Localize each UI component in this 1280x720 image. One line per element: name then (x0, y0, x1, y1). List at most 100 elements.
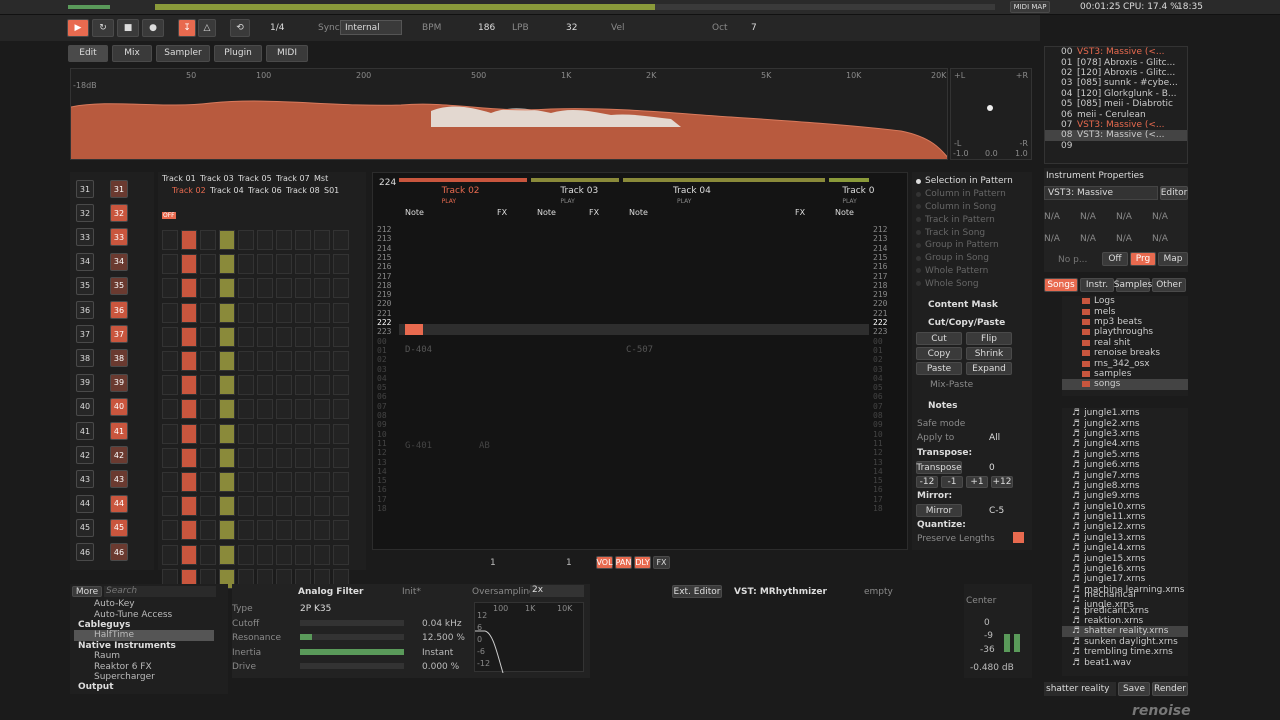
seq-pattern-slot[interactable]: 41 (110, 422, 128, 440)
matrix-cell[interactable] (181, 520, 197, 541)
mirror-button[interactable]: Mirror (916, 504, 962, 517)
matrix-cell[interactable] (295, 326, 311, 347)
matrix-cell[interactable] (162, 302, 178, 323)
matrix-cell[interactable] (219, 447, 235, 468)
instrument-row[interactable]: 09 (1045, 141, 1187, 151)
matrix-cell[interactable] (257, 254, 273, 275)
dsp-item[interactable]: Auto-Key (74, 599, 214, 609)
matrix-cell[interactable] (295, 544, 311, 565)
matrix-cell[interactable] (314, 544, 330, 565)
file-item[interactable]: ♬ jungle14.xrns (1062, 543, 1188, 553)
file-item[interactable]: ♬ jungle6.xrns (1062, 460, 1188, 470)
matrix-cell[interactable] (181, 399, 197, 420)
seq-row-number[interactable]: 45 (76, 518, 94, 537)
map-button[interactable]: Map (1158, 252, 1188, 266)
scope-option[interactable]: Whole Song (916, 277, 1013, 290)
file-item[interactable]: ♬ beat1.wav (1062, 657, 1188, 668)
matrix-cell[interactable] (276, 447, 292, 468)
matrix-track-top[interactable]: Track 03 (200, 174, 234, 183)
lines-value[interactable]: 1 (566, 558, 572, 568)
matrix-cell[interactable] (276, 472, 292, 492)
matrix-cell[interactable] (295, 399, 311, 420)
scope-option[interactable]: Column in Song (916, 201, 1013, 214)
file-item[interactable]: ♬ trembling time.xrns (1062, 647, 1188, 657)
matrix-cell[interactable] (295, 496, 311, 517)
matrix-cell[interactable] (200, 423, 216, 444)
save-button[interactable]: Save (1118, 682, 1150, 696)
type-value[interactable]: 2P K35 (300, 604, 331, 614)
dsp-item[interactable]: HalfTime (74, 630, 214, 641)
seq-row-number[interactable]: 37 (76, 325, 94, 344)
folder-item[interactable]: samples (1062, 369, 1188, 379)
folder-item[interactable]: rns_342_osx (1062, 358, 1188, 369)
matrix-cell[interactable] (257, 302, 273, 323)
preserve-lengths-checkbox[interactable] (1013, 532, 1024, 543)
matrix-cell[interactable] (257, 472, 273, 492)
record-button[interactable]: ● (142, 19, 164, 37)
vol-column-button[interactable]: VOL (596, 556, 613, 569)
instrument-row[interactable]: 03 [085] sunnk - #cybe... (1045, 78, 1187, 88)
matrix-cell[interactable] (181, 351, 197, 371)
transpose-value[interactable]: 0 (989, 463, 995, 473)
matrix-cell[interactable] (276, 423, 292, 444)
macro-value[interactable]: N/A (1152, 212, 1168, 222)
content-mask-header[interactable]: Content Mask (928, 300, 998, 310)
matrix-cell[interactable] (314, 447, 330, 468)
seq-row-number[interactable]: 42 (76, 446, 94, 465)
file-item[interactable]: ♬ shatter reality.xrns (1062, 626, 1188, 637)
seq-row-number[interactable]: 32 (76, 204, 94, 223)
matrix-cell[interactable] (333, 326, 349, 347)
pattern-step-display[interactable]: 1/4 (270, 23, 284, 33)
matrix-cell[interactable] (295, 375, 311, 396)
oversampling-select[interactable]: 2x (530, 585, 584, 597)
matrix-cell[interactable] (181, 230, 197, 250)
file-item[interactable]: ♬ jungle8.xrns (1062, 481, 1188, 491)
mix-paste-checkbox[interactable]: Mix-Paste (930, 380, 973, 390)
matrix-track-top[interactable]: Track 05 (238, 174, 272, 183)
scope-option[interactable]: Column in Pattern (916, 188, 1013, 201)
matrix-cell[interactable] (162, 254, 178, 275)
matrix-cell[interactable] (162, 447, 178, 468)
folder-item[interactable]: songs (1062, 379, 1188, 390)
scope-option[interactable]: Selection in Pattern (916, 175, 1013, 188)
matrix-cell[interactable] (219, 423, 235, 444)
file-item[interactable]: ♬ jungle4.xrns (1062, 439, 1188, 449)
matrix-cell[interactable] (333, 447, 349, 468)
matrix-cell[interactable] (200, 496, 216, 517)
matrix-cell[interactable] (162, 520, 178, 541)
matrix-cell[interactable] (200, 351, 216, 371)
seq-pattern-slot[interactable]: 43 (110, 470, 128, 489)
matrix-cell[interactable] (314, 423, 330, 444)
matrix-cell[interactable] (314, 472, 330, 492)
matrix-cell[interactable] (200, 254, 216, 275)
matrix-cell[interactable] (238, 326, 254, 347)
flip-button[interactable]: Flip (966, 332, 1012, 345)
instrument-row[interactable]: 00 VST3: Massive (<... (1045, 47, 1187, 57)
seq-row-number[interactable]: 31 (76, 180, 94, 198)
matrix-track-bottom[interactable]: Track 06 (248, 186, 282, 195)
metronome-button[interactable]: △ (198, 19, 216, 37)
folder-item[interactable]: Logs (1062, 296, 1188, 306)
matrix-cell[interactable] (276, 544, 292, 565)
matrix-cell[interactable] (238, 351, 254, 371)
macro-value[interactable]: N/A (1152, 234, 1168, 244)
matrix-cell[interactable] (162, 399, 178, 420)
vst-preset[interactable]: empty (864, 587, 893, 597)
folder-item[interactable]: real shit (1062, 338, 1188, 348)
pattern-track-name[interactable]: Track 0 (842, 186, 874, 196)
matrix-cell[interactable] (181, 472, 197, 492)
matrix-cell[interactable] (238, 278, 254, 299)
matrix-cell[interactable] (200, 278, 216, 299)
plugin-select[interactable]: VST3: Massive (1044, 186, 1158, 200)
matrix-cell[interactable] (219, 326, 235, 347)
master-volume-slider[interactable] (68, 5, 110, 9)
matrix-cell[interactable] (257, 399, 273, 420)
seq-pattern-slot[interactable]: 46 (110, 543, 128, 561)
matrix-cell[interactable] (219, 302, 235, 323)
cutoff-slider[interactable] (300, 620, 404, 626)
copy-button[interactable]: Copy (916, 347, 962, 360)
loop-button[interactable]: ↻ (92, 19, 114, 37)
pan-column-button[interactable]: PAN (615, 556, 632, 569)
matrix-off-label[interactable]: OFF (162, 212, 176, 219)
matrix-track-top[interactable]: Track 01 (162, 174, 196, 183)
